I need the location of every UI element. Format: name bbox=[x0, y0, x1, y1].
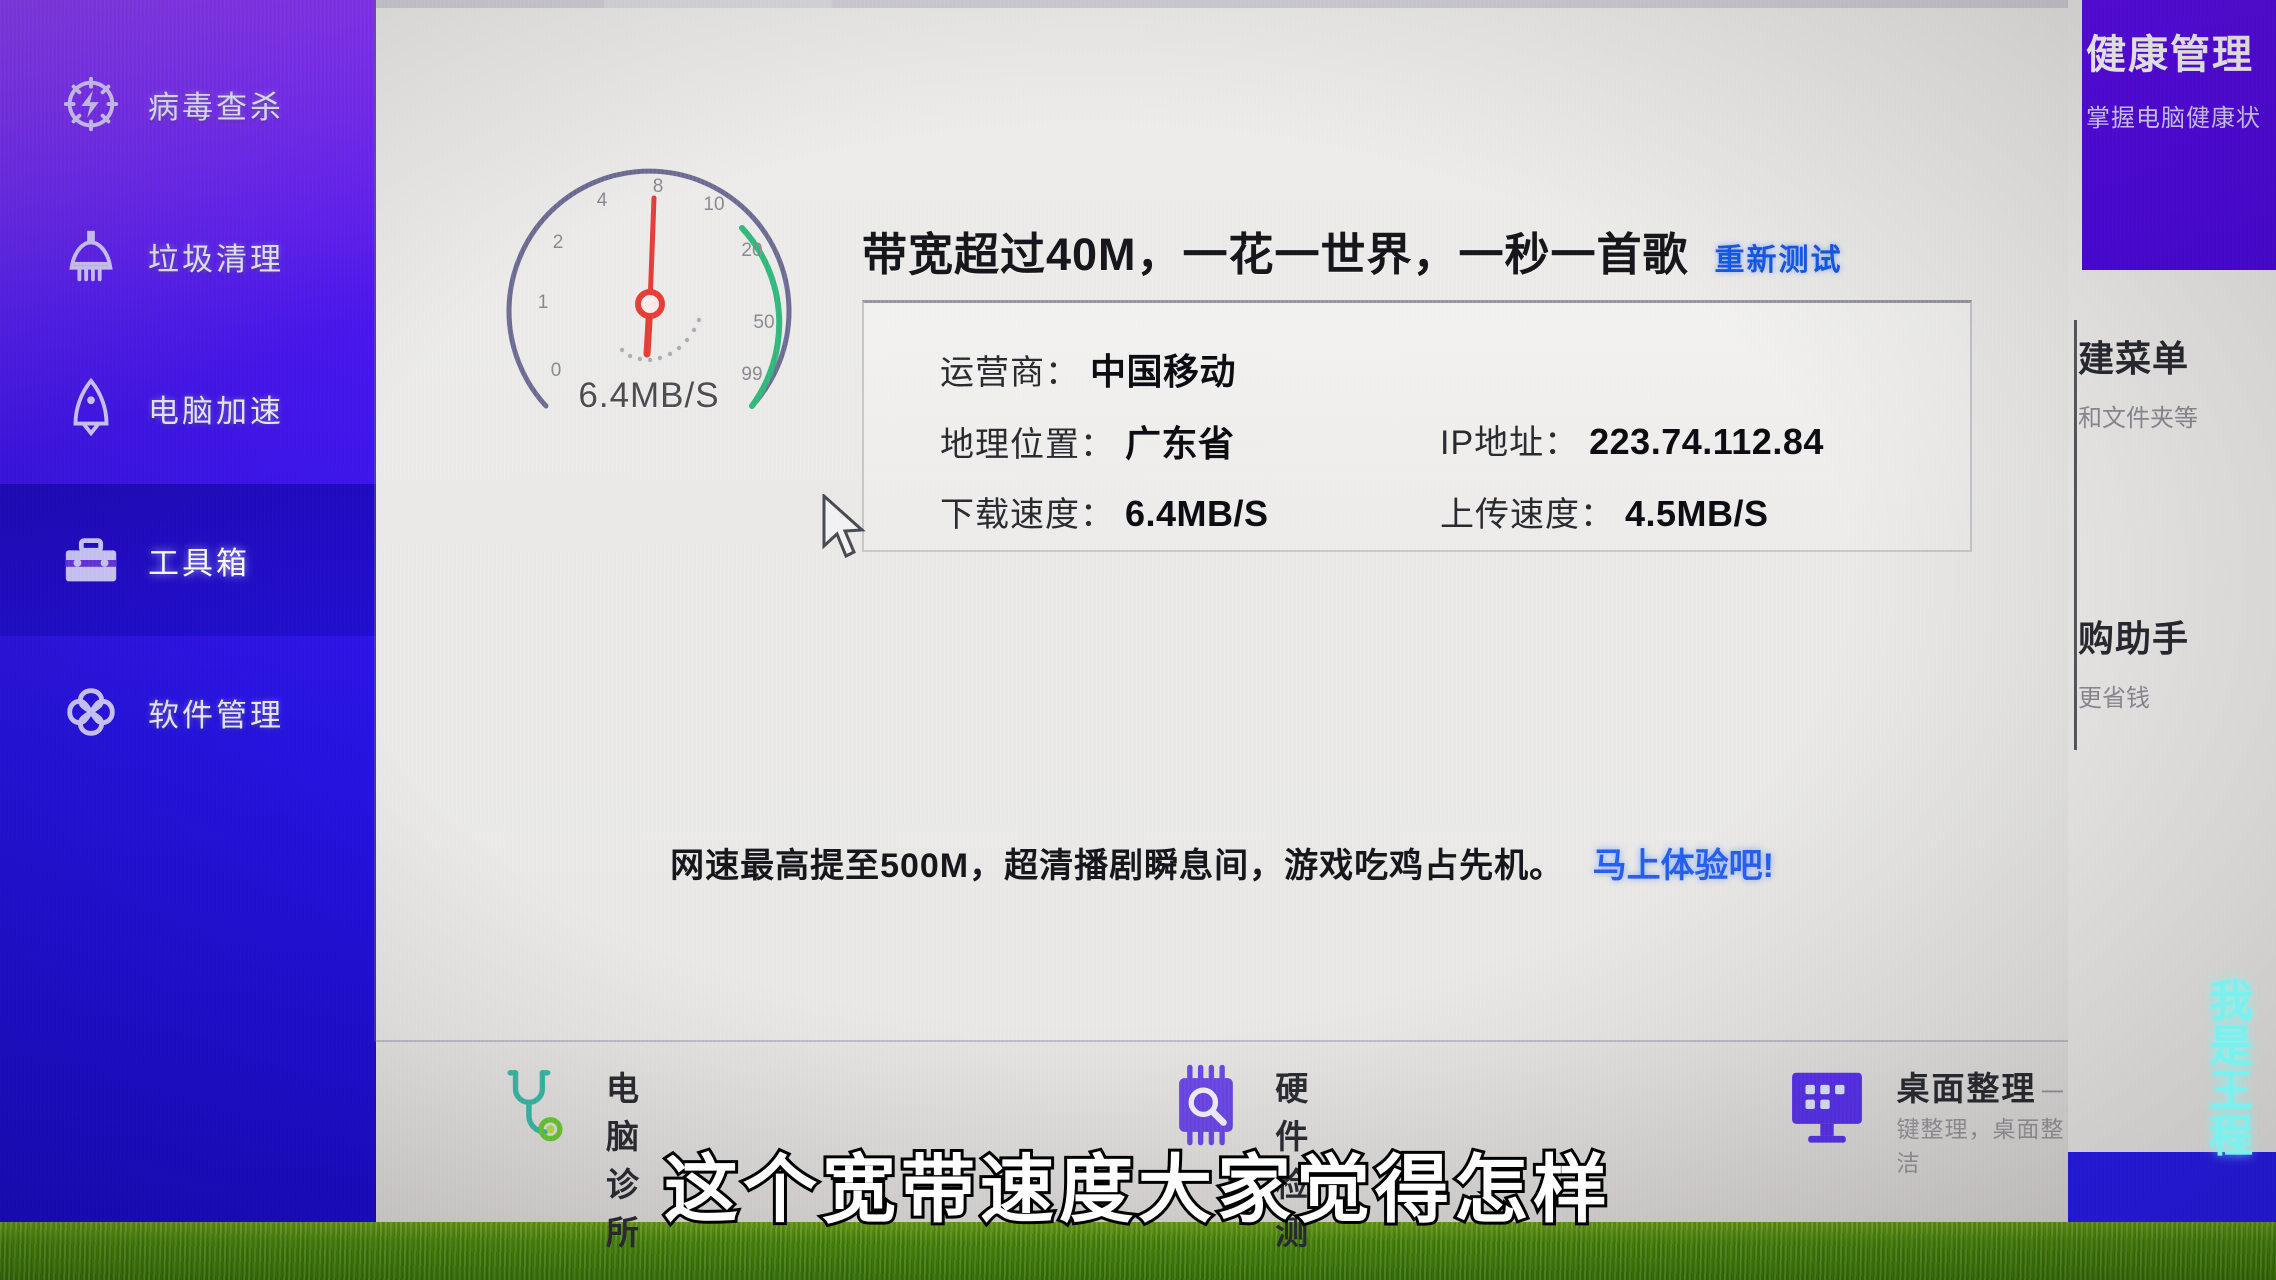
sidebar-item-label: 电脑加速 bbox=[148, 393, 284, 429]
promo-text: 网速最高提至500M，超清播剧瞬息间，游戏吃鸡占先机。 bbox=[670, 847, 1565, 885]
gauge-needle bbox=[635, 195, 665, 358]
gauge-value-label: 6.4MB/S bbox=[578, 376, 720, 415]
info-value: 广东省 bbox=[1125, 423, 1235, 464]
sidebar-item-software-manager[interactable]: 软件管理 bbox=[0, 636, 382, 788]
info-key: 地理位置： bbox=[940, 426, 1115, 464]
sidebar-item-junk-clean[interactable]: 垃圾清理 bbox=[0, 180, 382, 332]
gauge-tick-20: 20 bbox=[741, 240, 762, 261]
toolbox-icon bbox=[60, 529, 122, 591]
result-info-box: 运营商： 中国移动 地理位置： 广东省 IP地址： 223.74.112.84 bbox=[862, 300, 1972, 552]
video-caption: 这个宽带速度大家觉得怎样 bbox=[661, 1145, 1612, 1234]
panel-divider bbox=[2074, 320, 2077, 750]
info-cell-ip: IP地址： 223.74.112.84 bbox=[1440, 415, 1824, 467]
info-cell-upload: 上传速度： 4.5MB/S bbox=[1440, 487, 1769, 536]
right-panel-item-title: 购助手 bbox=[2078, 618, 2190, 659]
right-panel-item-subtitle: 和文件夹等 bbox=[2078, 405, 2198, 432]
tab-traffic-monitor[interactable]: 流量监控 bbox=[376, 0, 604, 8]
sidebar-item-label: 软件管理 bbox=[148, 697, 284, 733]
app-sidebar: 病毒查杀 垃圾清理 电脑加速 工具箱 软件管理 bbox=[0, 0, 382, 1222]
sidebar-item-label: 工具箱 bbox=[148, 545, 250, 581]
info-key: 下载速度： bbox=[940, 496, 1115, 534]
right-panel-item-shopping[interactable]: 购助手 更省钱 bbox=[2078, 610, 2276, 713]
app-window: 流量监控 测试网速 网络修复 防火墙 0 1 bbox=[376, 0, 2068, 1040]
promo-link[interactable]: 马上体验吧! bbox=[1593, 847, 1774, 885]
sidebar-item-label: 病毒查杀 bbox=[148, 89, 284, 125]
desktop-screen: 病毒查杀 垃圾清理 电脑加速 工具箱 软件管理 0 1 2 4 8 10 20 … bbox=[0, 0, 2276, 1280]
tab-network-repair[interactable]: 网络修复 bbox=[832, 0, 1060, 8]
info-value: 6.4MB/S bbox=[1125, 493, 1269, 534]
gauge-tick-8: 8 bbox=[653, 176, 664, 197]
speed-gauge: 0 1 2 4 8 10 20 50 99 6.4MB/S bbox=[484, 128, 814, 458]
sidebar-item-toolbox[interactable]: 工具箱 bbox=[0, 484, 382, 636]
info-value: 中国移动 bbox=[1090, 351, 1237, 392]
sidebar-item-pc-boost[interactable]: 电脑加速 bbox=[0, 332, 382, 484]
info-key: 运营商： bbox=[940, 354, 1080, 392]
gauge-tick-2: 2 bbox=[553, 232, 564, 253]
headline-row: 带宽超过40M，一花一世界，一秒一首歌 重新测试 bbox=[862, 218, 1992, 283]
info-row-speeds: 下载速度： 6.4MB/S 上传速度： 4.5MB/S bbox=[864, 487, 1970, 536]
info-row-location-ip: 地理位置： 广东省 IP地址： 223.74.112.84 bbox=[864, 415, 1970, 467]
right-panel-item-subtitle: 更省钱 bbox=[2078, 685, 2150, 712]
info-key: IP地址： bbox=[1440, 424, 1580, 462]
shield-bolt-icon bbox=[60, 73, 122, 135]
right-panel-item-menu[interactable]: 建菜单 和文件夹等 bbox=[2078, 330, 2276, 433]
broom-icon bbox=[60, 225, 122, 287]
gauge-tick-50: 50 bbox=[753, 312, 774, 333]
info-value: 223.74.112.84 bbox=[1589, 421, 1824, 462]
mouse-cursor bbox=[820, 492, 872, 567]
gauge-tick-10: 10 bbox=[703, 194, 724, 215]
tool-title: 桌面整理 bbox=[1896, 1070, 2037, 1107]
info-cell-location: 地理位置： 广东省 bbox=[940, 415, 1410, 467]
health-management-card[interactable]: 健康管理 掌握电脑健康状 bbox=[2082, 0, 2276, 270]
tab-speed-test[interactable]: 测试网速 bbox=[604, 0, 833, 8]
watermark-char: 我 bbox=[2209, 977, 2253, 1026]
gauge-tick-1: 1 bbox=[538, 292, 549, 313]
health-card-title: 健康管理 bbox=[2086, 33, 2254, 77]
info-key: 上传速度： bbox=[1440, 496, 1615, 534]
info-row-isp: 运营商： 中国移动 bbox=[864, 343, 1970, 395]
gauge-tick-4: 4 bbox=[597, 190, 608, 211]
info-cell-isp: 运营商： 中国移动 bbox=[940, 343, 1410, 395]
sidebar-item-virus-scan[interactable]: 病毒查杀 bbox=[0, 28, 382, 180]
tab-firewall[interactable]: 防火墙 bbox=[1060, 0, 1254, 8]
sidebar-item-label: 垃圾清理 bbox=[148, 241, 284, 277]
four-leaf-icon bbox=[60, 681, 122, 743]
promo-row: 网速最高提至500M，超清播剧瞬息间，游戏吃鸡占先机。 马上体验吧! bbox=[376, 838, 2068, 887]
info-value: 4.5MB/S bbox=[1625, 493, 1769, 534]
gauge-minor-ticks bbox=[619, 317, 702, 363]
rocket-icon bbox=[60, 377, 122, 439]
page-title: 带宽超过40M，一花一世界，一秒一首歌 bbox=[862, 229, 1689, 280]
speedtest-panel: 0 1 2 4 8 10 20 50 99 6.4MB/S 带宽超过40M，一花… bbox=[376, 8, 2068, 1040]
tab-bar: 流量监控 测试网速 网络修复 防火墙 bbox=[376, 0, 2068, 8]
watermark-char: 王 bbox=[2209, 1066, 2253, 1116]
info-cell-download: 下载速度： 6.4MB/S bbox=[940, 487, 1410, 536]
retest-link[interactable]: 重新测试 bbox=[1715, 235, 1843, 279]
watermark-char: 是 bbox=[2209, 1021, 2253, 1071]
health-card-subtitle: 掌握电脑健康状 bbox=[2086, 105, 2261, 132]
right-panel-item-title: 建菜单 bbox=[2078, 338, 2190, 379]
